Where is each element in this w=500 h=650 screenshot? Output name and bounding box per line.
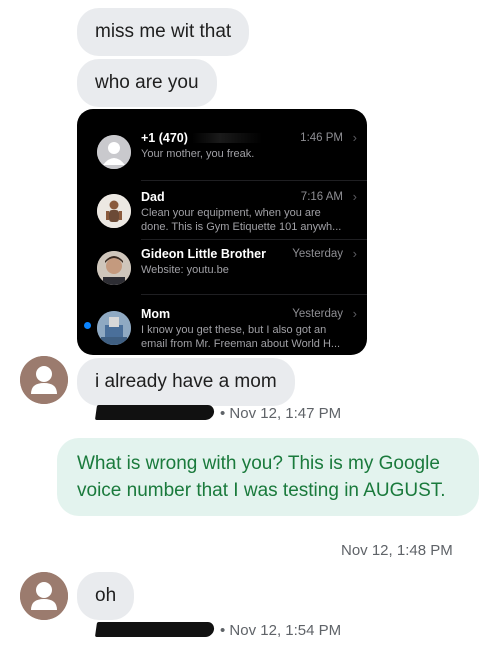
- conversation-row: Dad 7:16 AM › Clean your equipment, when…: [77, 182, 367, 240]
- chevron-right-icon: ›: [352, 246, 357, 261]
- message-bubble-incoming[interactable]: miss me wit that: [77, 8, 250, 56]
- conversation-time: 1:46 PM: [300, 132, 343, 144]
- redacted-sender: [94, 405, 216, 420]
- conversation-name: Mom: [141, 307, 171, 321]
- conversation-row: Mom Yesterday › I know you get these, bu…: [77, 299, 367, 355]
- avatar: [97, 251, 131, 285]
- conversation-time: Yesterday: [292, 308, 343, 320]
- message-bubble-outgoing[interactable]: What is wrong with you? This is my Googl…: [57, 438, 479, 516]
- conversation-preview: Your mother, you freak.: [141, 148, 255, 160]
- conversation-row: Gideon Little Brother Yesterday › Websit…: [77, 239, 367, 297]
- divider: [141, 180, 367, 181]
- chevron-right-icon: ›: [352, 306, 357, 321]
- person-icon: [97, 135, 131, 169]
- conversation-name: Gideon Little Brother: [141, 247, 266, 261]
- conversation-time: 7:16 AM: [300, 191, 343, 203]
- conversation-row: +1 (470) 1:46 PM › Your mother, you frea…: [77, 123, 367, 181]
- message-timestamp: Nov 12, 1:48 PM: [341, 542, 453, 559]
- message-timestamp: • Nov 12, 1:47 PM: [94, 405, 341, 423]
- message-bubble-incoming[interactable]: who are you: [77, 59, 217, 107]
- conversation-preview: Website: youtu.be: [141, 264, 229, 276]
- redaction: [191, 133, 262, 143]
- screenshot-attachment[interactable]: +1 (470) 1:46 PM › Your mother, you frea…: [77, 109, 367, 355]
- redacted-sender: [94, 622, 216, 637]
- avatar: [97, 194, 131, 228]
- conversation-time: Yesterday: [292, 248, 343, 260]
- unread-dot: [84, 322, 91, 329]
- message-timestamp: • Nov 12, 1:54 PM: [94, 622, 341, 640]
- conversation-preview: Clean your equipment, when you are done.…: [141, 207, 342, 233]
- avatar: [97, 311, 131, 345]
- conversation-name: +1 (470): [141, 131, 262, 145]
- message-bubble-incoming[interactable]: i already have a mom: [77, 358, 295, 406]
- conversation-preview: I know you get these, but I also got an …: [141, 324, 341, 350]
- message-bubble-incoming[interactable]: oh: [77, 572, 135, 620]
- divider: [141, 294, 367, 295]
- person-icon[interactable]: [20, 572, 68, 620]
- chevron-right-icon: ›: [352, 189, 357, 204]
- chevron-right-icon: ›: [352, 130, 357, 145]
- conversation-name: Dad: [141, 190, 165, 204]
- person-icon[interactable]: [20, 356, 68, 404]
